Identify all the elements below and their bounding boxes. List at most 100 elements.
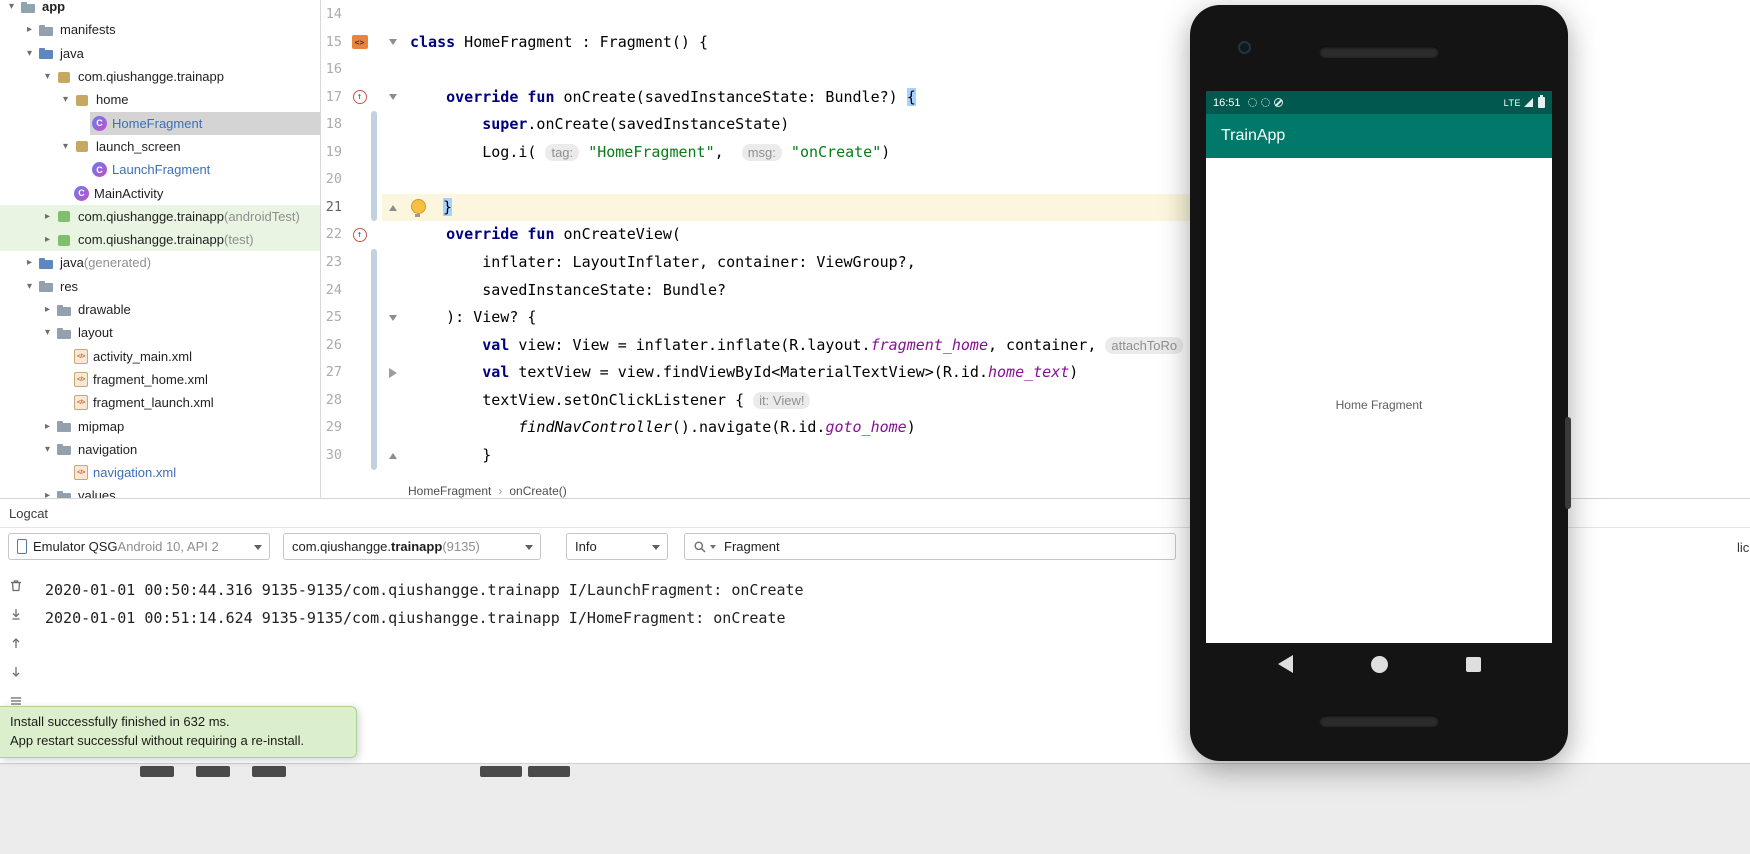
breadcrumb-separator-icon: › — [498, 484, 503, 498]
code-line-25[interactable]: ): View? { — [410, 304, 1190, 332]
install-notification[interactable]: Install successfully finished in 632 ms.… — [0, 706, 357, 758]
tree-item-launchfragment[interactable]: C LaunchFragment — [0, 158, 320, 181]
chevron-down-icon[interactable]: ▾ — [40, 444, 55, 455]
chevron-down-icon[interactable]: ▾ — [40, 71, 55, 82]
tree-item-java-generated[interactable]: ▸ java (generated) — [0, 251, 320, 274]
fold-down-icon[interactable] — [389, 314, 397, 321]
code-line-30[interactable]: } — [410, 442, 1190, 470]
code-line-26[interactable]: val view: View = inflater.inflate(R.layo… — [410, 332, 1190, 360]
fold-down-icon[interactable] — [389, 94, 397, 101]
clear-logcat-button[interactable] — [7, 576, 25, 594]
chevron-down-icon[interactable]: ▾ — [40, 327, 55, 338]
chevron-down-icon[interactable]: ▾ — [4, 1, 19, 12]
tree-item-values[interactable]: ▸ values — [0, 484, 320, 498]
tree-item-fragment-home-xml[interactable]: </> fragment_home.xml — [0, 368, 320, 391]
breadcrumb-class[interactable]: HomeFragment — [408, 484, 491, 498]
chevron-right-icon[interactable]: ▸ — [40, 211, 55, 222]
kotlin-mark-icon[interactable]: <> — [351, 35, 368, 50]
code-line-28[interactable]: textView.setOnClickListener { it: View! — [410, 387, 1190, 415]
logcat-entries: 2020-01-01 00:50:44.316 9135-9135/com.qi… — [45, 576, 804, 632]
scroll-to-end-button[interactable] — [7, 605, 25, 623]
tree-item-mipmap[interactable]: ▸ mipmap — [0, 414, 320, 437]
tree-item-navigation[interactable]: ▾ navigation — [0, 438, 320, 461]
tree-item-com-qiushangge-trainapp-androidtest[interactable]: ▸ com.qiushangge.trainapp (androidTest) — [0, 204, 320, 228]
logcat-search-input[interactable]: Fragment — [684, 533, 1176, 560]
tree-item-app[interactable]: ▾ app — [0, 0, 320, 18]
home-fragment-text[interactable]: Home Fragment — [1206, 398, 1552, 412]
android-emulator: 16:51 LTE TrainApp Home Fragment — [1190, 5, 1571, 761]
tree-item-fragment-launch-xml[interactable]: </> fragment_launch.xml — [0, 391, 320, 414]
code-line-16[interactable] — [410, 56, 1190, 84]
code-line-15[interactable]: class HomeFragment : Fragment() { — [410, 29, 1190, 57]
tree-item-home[interactable]: ▾ home — [0, 88, 320, 111]
tree-item-launch-screen[interactable]: ▾ launch_screen — [0, 135, 320, 158]
code-line-24[interactable]: savedInstanceState: Bundle? — [410, 277, 1190, 305]
app-content[interactable]: Home Fragment — [1206, 158, 1552, 643]
chevron-down-icon[interactable]: ▾ — [22, 48, 37, 59]
line-number: 28 — [325, 391, 342, 408]
tree-item-manifests[interactable]: ▸ manifests — [0, 18, 320, 41]
nav-back-button[interactable] — [1277, 655, 1293, 673]
code-line-29[interactable]: findNavController().navigate(R.id.goto_h… — [410, 414, 1190, 442]
taskbar-icon — [140, 766, 174, 777]
line-number: 19 — [325, 143, 342, 160]
tree-item-com-qiushangge-trainapp-test[interactable]: ▸ com.qiushangge.trainapp (test) — [0, 228, 320, 252]
tree-item-label: manifests — [60, 22, 116, 38]
tree-item-drawable[interactable]: ▸ drawable — [0, 298, 320, 321]
emulator-screen[interactable]: 16:51 LTE TrainApp Home Fragment — [1206, 91, 1552, 643]
chevron-down-icon[interactable]: ▾ — [58, 94, 73, 105]
chevron-right-icon[interactable]: ▸ — [40, 490, 55, 498]
fold-down-icon[interactable] — [389, 39, 397, 46]
tree-item-com-qiushangge-trainapp[interactable]: ▾ com.qiushangge.trainapp — [0, 65, 320, 88]
code-line-17[interactable]: override fun onCreate(savedInstanceState… — [410, 84, 1190, 112]
code-line-20[interactable] — [410, 166, 1190, 194]
fold-up-icon[interactable] — [389, 452, 397, 459]
tree-item-navigation-xml[interactable]: </> navigation.xml — [0, 461, 320, 484]
nav-recents-button[interactable] — [1465, 656, 1481, 672]
code-line-14[interactable] — [410, 1, 1190, 29]
project-tree: ▾ app ▸ manifests ▾ java ▾ com.qiushangge.train… — [0, 0, 321, 498]
power-button[interactable] — [1565, 417, 1571, 509]
chevron-right-icon[interactable]: ▸ — [40, 421, 55, 432]
chevron-down-icon[interactable]: ▾ — [22, 281, 37, 292]
tree-item-res[interactable]: ▾ res — [0, 275, 320, 298]
kotlin-icon: C — [74, 185, 89, 201]
tree-item-activity-main-xml[interactable]: </> activity_main.xml — [0, 345, 320, 368]
chevron-right-icon[interactable]: ▸ — [40, 234, 55, 245]
intention-bulb-icon[interactable] — [411, 198, 426, 217]
nav-home-button[interactable] — [1370, 655, 1388, 673]
chevron-down-icon[interactable]: ▾ — [58, 141, 73, 152]
code-line-27[interactable]: val textView = view.findViewById<Materia… — [410, 359, 1190, 387]
chevron-right-icon[interactable]: ▸ — [22, 257, 37, 268]
tree-item-mainactivity[interactable]: C MainActivity — [0, 181, 320, 204]
code-editor[interactable]: 14 15 <> 16 17 ↑ 18 19 20 21 22 ↑ 23 24 25 26 27 28 29 30 c… — [320, 0, 1190, 484]
device-selector[interactable]: Emulator QSG Android 10, API 2 — [8, 533, 270, 560]
search-history-chevron-icon[interactable] — [710, 544, 716, 549]
override-icon[interactable]: ↑ — [352, 228, 367, 243]
tree-item-homefragment[interactable]: C HomeFragment — [0, 111, 320, 135]
override-icon[interactable]: ↑ — [352, 90, 367, 105]
tree-item-layout[interactable]: ▾ layout — [0, 321, 320, 344]
fold-up-icon[interactable] — [389, 204, 397, 211]
tree-item-label: values — [78, 488, 116, 498]
chevron-right-icon[interactable]: ▸ — [22, 24, 37, 35]
tree-item-label: navigation.xml — [93, 465, 177, 481]
move-up-button[interactable] — [7, 634, 25, 652]
code-line-18[interactable]: super.onCreate(savedInstanceState) — [410, 111, 1190, 139]
line-number: 20 — [325, 171, 342, 188]
log-level-selector[interactable]: Info — [566, 533, 668, 560]
move-down-button[interactable] — [7, 663, 25, 681]
tree-item-java[interactable]: ▾ java — [0, 42, 320, 65]
process-selector[interactable]: com.qiushangge. trainapp (9135) — [283, 533, 541, 560]
code-line-23[interactable]: inflater: LayoutInflater, container: Vie… — [410, 249, 1190, 277]
code-line-22[interactable]: override fun onCreateView( — [410, 221, 1190, 249]
line-number: 30 — [325, 446, 342, 463]
line-number: 25 — [325, 309, 342, 326]
code-line-21[interactable]: } — [410, 194, 1190, 222]
tree-item-label: MainActivity — [94, 185, 164, 201]
code-line-19[interactable]: Log.i( tag: "HomeFragment", msg: "onCrea… — [410, 139, 1190, 167]
breadcrumb-method[interactable]: onCreate() — [509, 484, 566, 498]
fold-play-icon[interactable] — [389, 368, 397, 379]
chevron-right-icon[interactable]: ▸ — [40, 304, 55, 315]
tree-item-label: fragment_launch.xml — [93, 395, 214, 411]
